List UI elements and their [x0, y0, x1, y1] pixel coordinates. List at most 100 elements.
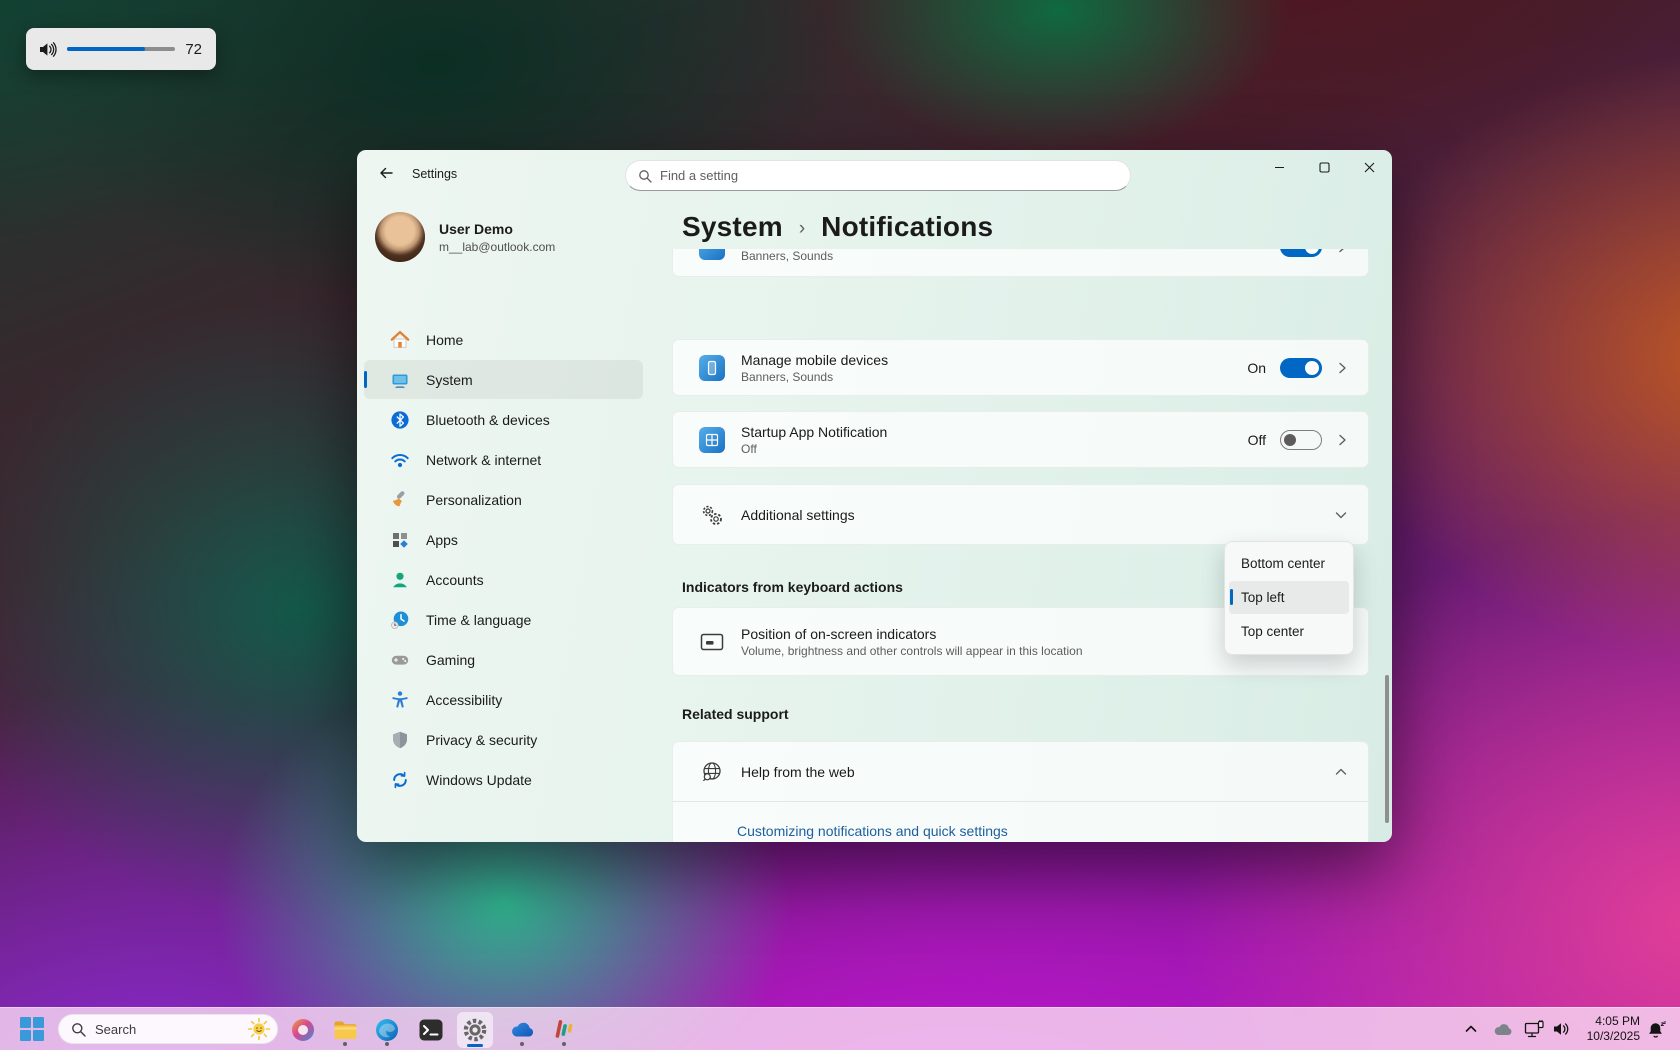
- scrollbar-thumb[interactable]: [1385, 675, 1389, 823]
- dropdown-option-top-left[interactable]: Top left: [1229, 581, 1349, 614]
- accounts-icon: [390, 570, 410, 590]
- tray-network-icon[interactable]: [1524, 1020, 1546, 1040]
- notification-sender-icon: [699, 249, 725, 260]
- sidebar-item-windows-update[interactable]: Windows Update: [364, 760, 643, 799]
- sidebar-item-accessibility[interactable]: Accessibility: [364, 680, 643, 719]
- chevron-right-icon: [1336, 433, 1348, 447]
- breadcrumb-separator: ›: [799, 215, 805, 240]
- startup-app-toggle[interactable]: [1280, 430, 1322, 450]
- bluetooth-icon: [390, 410, 410, 430]
- chevron-right-icon: [1336, 361, 1348, 375]
- user-card[interactable]: User Demo m__lab@outlook.com: [375, 212, 555, 262]
- back-button[interactable]: [369, 158, 403, 188]
- sidebar-item-label: Network & internet: [426, 452, 541, 468]
- row-title: Help from the web: [741, 764, 855, 780]
- tray-onedrive-icon[interactable]: [1492, 1020, 1514, 1038]
- row-subtitle: Off: [741, 442, 887, 456]
- do-not-disturb-bell-icon[interactable]: zz: [1646, 1020, 1668, 1040]
- colorful-bars-app-icon[interactable]: [546, 1012, 582, 1048]
- copilot-app-icon[interactable]: [285, 1012, 321, 1048]
- window-title: Settings: [412, 167, 457, 181]
- mobile-devices-icon: [699, 355, 725, 381]
- startup-app-notification-row[interactable]: Startup App Notification Off Off: [672, 411, 1369, 468]
- row-title: Position of on-screen indicators: [741, 626, 1083, 642]
- help-from-web-row[interactable]: Help from the web: [673, 742, 1368, 801]
- tray-clock[interactable]: 4:05 PM 10/3/2025: [1587, 1014, 1640, 1044]
- privacy-icon: [390, 730, 410, 750]
- start-button[interactable]: [20, 1017, 45, 1042]
- sidebar: User Demo m__lab@outlook.com Home System…: [357, 198, 653, 842]
- row-title: Manage mobile devices: [741, 352, 888, 368]
- speaker-icon: [38, 40, 57, 59]
- sidebar-item-time-language[interactable]: Time & language: [364, 600, 643, 639]
- terminal-app-icon[interactable]: [413, 1012, 449, 1048]
- manage-mobile-devices-row[interactable]: Manage mobile devices Banners, Sounds On: [672, 339, 1369, 396]
- taskbar-search[interactable]: Search: [58, 1014, 278, 1044]
- sidebar-item-label: Bluetooth & devices: [426, 412, 550, 428]
- section-header-related: Related support: [682, 706, 789, 722]
- row-title: Startup App Notification: [741, 424, 887, 440]
- svg-text:z: z: [1664, 1021, 1667, 1026]
- clipped-setting-row[interactable]: Banners, Sounds: [672, 249, 1369, 277]
- sidebar-item-privacy[interactable]: Privacy & security: [364, 720, 643, 759]
- sidebar-item-accounts[interactable]: Accounts: [364, 560, 643, 599]
- dropdown-option-bottom-center[interactable]: Bottom center: [1229, 547, 1349, 580]
- user-email: m__lab@outlook.com: [439, 240, 555, 254]
- sidebar-item-label: Accounts: [426, 572, 484, 588]
- chevron-down-icon: [1334, 509, 1348, 521]
- sidebar-item-label: Apps: [426, 532, 458, 548]
- on-screen-indicator-icon: [699, 630, 725, 654]
- row-title: Additional settings: [741, 507, 855, 523]
- active-app-indicator: [467, 1044, 483, 1047]
- maximize-button[interactable]: [1302, 150, 1347, 184]
- sidebar-item-label: Home: [426, 332, 463, 348]
- personalization-icon: [390, 490, 410, 510]
- row-subtitle: Banners, Sounds: [741, 249, 833, 263]
- help-card: Help from the web Customizing notificati…: [672, 741, 1369, 842]
- system-icon: [390, 370, 410, 390]
- settings-app-icon[interactable]: [457, 1012, 493, 1048]
- edge-browser-icon[interactable]: [369, 1012, 405, 1048]
- help-link[interactable]: Customizing notifications and quick sett…: [737, 823, 1008, 839]
- toggle-status-label: Off: [1248, 432, 1266, 448]
- volume-slider-fill: [67, 47, 145, 51]
- globe-search-icon: [699, 760, 725, 784]
- sidebar-item-home[interactable]: Home: [364, 320, 643, 359]
- avatar: [375, 212, 425, 262]
- titlebar[interactable]: Settings: [357, 150, 1392, 198]
- chevron-up-icon: [1334, 766, 1348, 778]
- time-language-icon: [390, 610, 410, 630]
- sidebar-item-personalization[interactable]: Personalization: [364, 480, 643, 519]
- dropdown-option-top-center[interactable]: Top center: [1229, 615, 1349, 648]
- tray-volume-icon[interactable]: [1552, 1020, 1572, 1038]
- file-explorer-icon[interactable]: [327, 1012, 363, 1048]
- sidebar-item-label: Time & language: [426, 612, 531, 628]
- sidebar-item-bluetooth[interactable]: Bluetooth & devices: [364, 400, 643, 439]
- onedrive-icon[interactable]: [504, 1012, 540, 1048]
- find-setting-input[interactable]: [660, 168, 1118, 183]
- sidebar-item-network[interactable]: Network & internet: [364, 440, 643, 479]
- page-title: Notifications: [821, 211, 993, 243]
- toggle-status-label: On: [1247, 360, 1266, 376]
- find-setting-search[interactable]: [625, 160, 1131, 191]
- windows-update-icon: [390, 770, 410, 790]
- sidebar-item-apps[interactable]: Apps: [364, 520, 643, 559]
- toggle-on[interactable]: [1280, 249, 1322, 257]
- sidebar-item-label: Privacy & security: [426, 732, 537, 748]
- user-name: User Demo: [439, 221, 555, 237]
- manage-mobile-toggle[interactable]: [1280, 358, 1322, 378]
- tray-chevron-up-icon[interactable]: [1462, 1020, 1480, 1038]
- close-button[interactable]: [1347, 150, 1392, 184]
- sidebar-nav: Home System Bluetooth & devices Network …: [364, 320, 643, 800]
- breadcrumb-system[interactable]: System: [682, 211, 783, 243]
- tray-date: 10/3/2025: [1587, 1029, 1640, 1044]
- tray-time: 4:05 PM: [1587, 1014, 1640, 1029]
- sidebar-item-system[interactable]: System: [364, 360, 643, 399]
- section-header-indicators: Indicators from keyboard actions: [682, 579, 903, 595]
- minimize-button[interactable]: [1257, 150, 1302, 184]
- additional-settings-row[interactable]: Additional settings: [672, 484, 1369, 545]
- gears-icon: [699, 503, 725, 527]
- volume-slider[interactable]: [67, 47, 175, 51]
- sidebar-item-gaming[interactable]: Gaming: [364, 640, 643, 679]
- accessibility-icon: [390, 690, 410, 710]
